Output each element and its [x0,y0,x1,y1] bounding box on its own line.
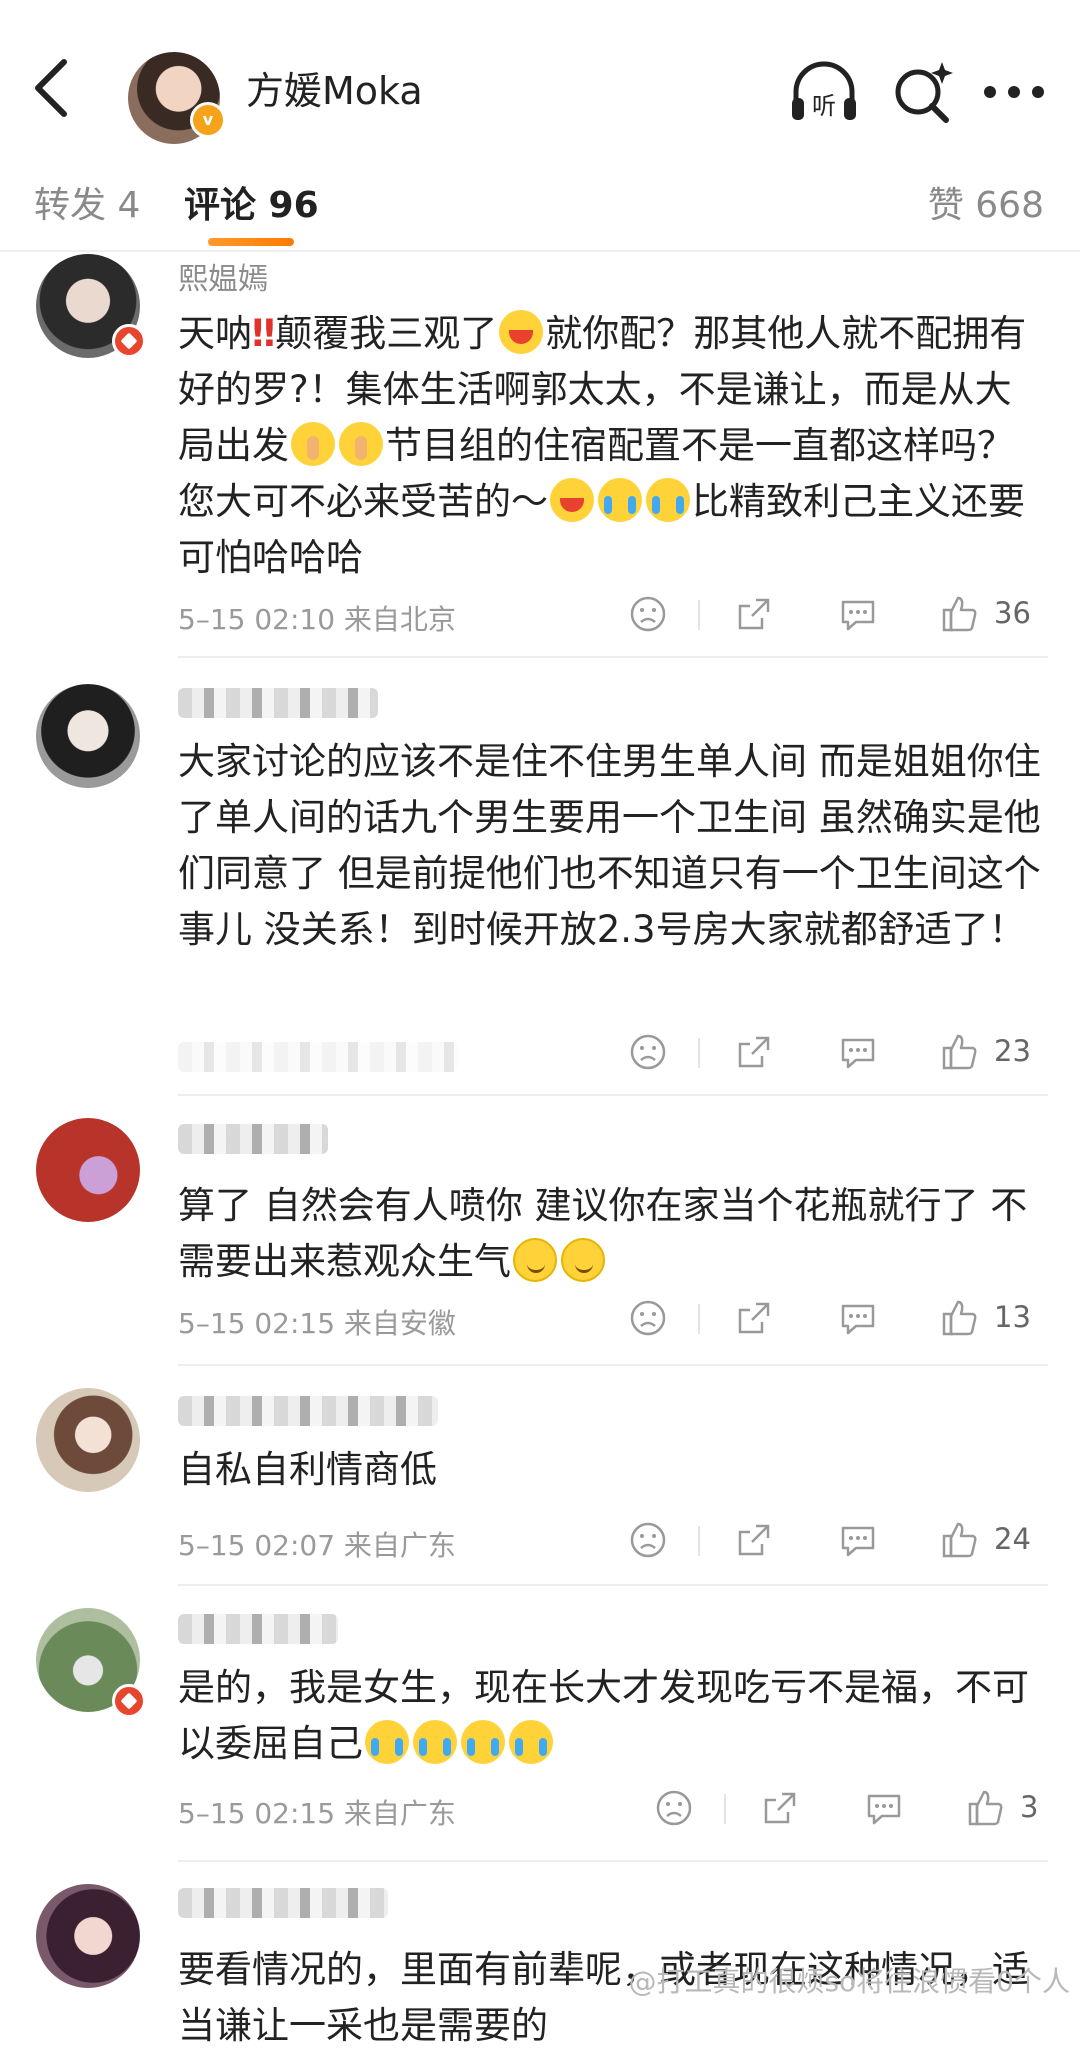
laugh-emoji-icon [550,478,594,522]
user-badge-icon [112,1684,146,1718]
divider [724,1794,726,1824]
commenter-avatar[interactable] [36,1118,140,1222]
comment-divider [178,1584,1048,1586]
comment-meta: 5–15 02:10 来自北京 [178,603,456,636]
commenter-avatar[interactable] [36,1388,140,1492]
divider [698,1304,700,1334]
share-icon[interactable] [734,594,774,634]
dislike-face-icon[interactable] [628,1032,668,1072]
dislike-face-icon[interactable] [628,594,668,634]
crying-emoji-icon [365,1720,409,1764]
user-badge-icon [112,324,146,358]
divider [698,1526,700,1556]
blurred-username [178,688,378,718]
tab-reposts[interactable]: 转发 4 [34,176,140,228]
tears-of-joy-emoji-icon [646,478,690,522]
comment-divider [178,656,1048,658]
page-title[interactable]: 方媛Moka [246,60,423,115]
blurred-username [178,1396,438,1426]
share-icon[interactable] [734,1520,774,1560]
comment-divider [178,1860,1048,1862]
crying-emoji-icon [413,1720,457,1764]
commenter-avatar[interactable] [36,684,140,788]
like-count: 13 [994,1300,1031,1334]
like-thumb-icon[interactable] [966,1788,1006,1828]
tab-comments[interactable]: 评论 96 [184,176,319,228]
like-count: 3 [1020,1790,1039,1824]
comment-text: 天呐‼颠覆我三观了 就你配？那其他人就不配拥有好的罗?！集体生活啊郭太太，不是谦让… [178,310,1027,579]
reply-comment-icon[interactable] [864,1788,904,1828]
comment-text: 大家讨论的应该不是住不住男生单人间 而是姐姐你住了单人间的话九个男生要用一个卫生… [178,740,1041,951]
comment-divider [178,1094,1048,1096]
comment-actions: 24 [624,1520,1044,1564]
like-count: 36 [994,596,1031,630]
blurred-meta [178,1042,458,1072]
comment-item: 是的，我是女生，现在长大才发现吃亏不是福，不可以委屈自己 5–15 02:15 … [0,1596,1080,1866]
comment-actions: 3 [650,1788,1050,1832]
reply-comment-icon[interactable] [838,1520,878,1560]
more-options-icon[interactable] [974,52,1054,132]
tab-bar: 转发 4 评论 96 赞 668 [0,176,1080,252]
shush-emoji-icon [291,422,335,466]
commenter-avatar[interactable] [36,1884,140,1988]
search-sparkle-icon[interactable] [882,52,962,132]
verified-badge-icon: v [190,102,226,138]
reply-comment-icon[interactable] [838,1298,878,1338]
watermark: @打工真的很烦so将往浪惯看0个人 [628,1965,1070,1998]
divider [698,1038,700,1068]
comment-meta: 5–15 02:07 来自广东 [178,1529,456,1562]
double-exclamation-emoji: ‼ [252,312,276,355]
comment-actions: 23 [624,1032,1044,1076]
comment-text: 算了 自然会有人喷你 建议你在家当个花瓶就行了 不需要出来惹观众生气 [178,1184,1028,1283]
comment-meta: 5–15 02:15 来自广东 [178,1797,456,1830]
comment-text: 自私自利情商低 [178,1448,437,1491]
comment-actions: 13 [624,1298,1044,1342]
comment-item: 大家讨论的应该不是住不住男生单人间 而是姐姐你住了单人间的话九个男生要用一个卫生… [0,670,1080,1100]
reply-comment-icon[interactable] [838,1032,878,1072]
dislike-face-icon[interactable] [628,1298,668,1338]
like-thumb-icon[interactable] [940,1032,980,1072]
commenter-name[interactable]: 熙媪嫣 [178,254,268,298]
shush-emoji-icon [339,422,383,466]
blurred-username [178,1614,338,1644]
dislike-face-icon[interactable] [654,1788,694,1828]
top-bar: v 方媛Moka 听 [0,0,1080,176]
tab-likes[interactable]: 赞 668 [928,176,1044,228]
like-count: 24 [994,1522,1031,1556]
crying-emoji-icon [461,1720,505,1764]
blurred-username [178,1124,328,1154]
share-icon[interactable] [734,1032,774,1072]
comment-meta: 5–15 02:15 来自安徽 [178,1307,456,1340]
like-thumb-icon[interactable] [940,594,980,634]
tears-of-joy-emoji-icon [598,478,642,522]
share-icon[interactable] [760,1788,800,1828]
comment-divider [178,1364,1048,1366]
divider [698,600,700,630]
smile-emoji-icon [561,1238,605,1282]
comment-item: 自私自利情商低 5–15 02:07 来自广东 24 [0,1376,1080,1588]
svg-text:听: 听 [812,92,836,120]
share-icon[interactable] [734,1298,774,1338]
comment-item: 算了 自然会有人喷你 建议你在家当个花瓶就行了 不需要出来惹观众生气 5–15 … [0,1108,1080,1368]
listen-headphone-icon[interactable]: 听 [784,52,864,132]
smile-emoji-icon [513,1238,557,1282]
crying-emoji-icon [509,1720,553,1764]
like-thumb-icon[interactable] [940,1520,980,1560]
comment-actions: 36 [624,594,1044,638]
comment-item: 熙媪嫣 天呐‼颠覆我三观了 就你配？那其他人就不配拥有好的罗?！集体生活啊郭太太，… [0,250,1080,660]
active-tab-indicator [208,238,294,246]
dislike-face-icon[interactable] [628,1520,668,1560]
like-thumb-icon[interactable] [940,1298,980,1338]
blurred-username [178,1888,388,1918]
back-chevron-icon[interactable] [24,52,84,122]
laugh-emoji-icon [499,310,544,354]
reply-comment-icon[interactable] [838,594,878,634]
like-count: 23 [994,1034,1031,1068]
comment-text: 是的，我是女生，现在长大才发现吃亏不是福，不可以委屈自己 [178,1666,1029,1765]
